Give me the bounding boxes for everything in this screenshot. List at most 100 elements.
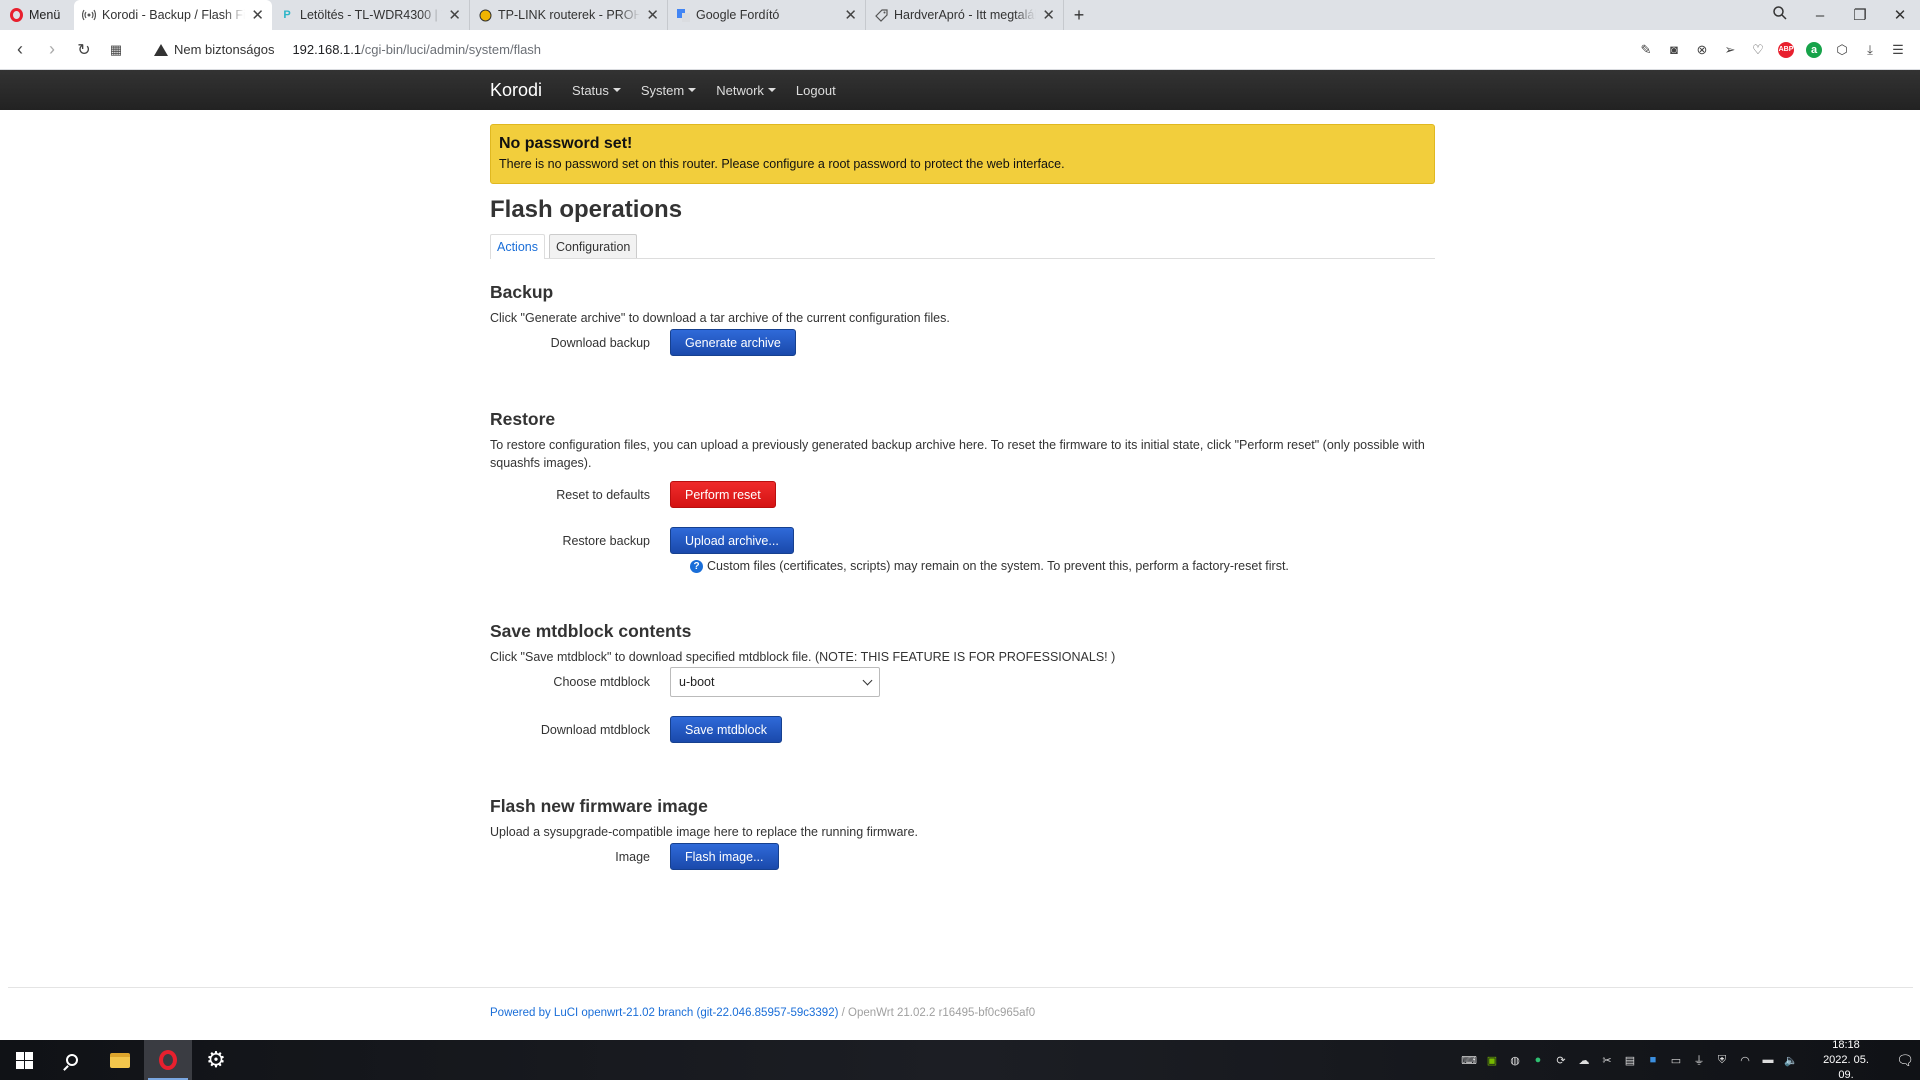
tray-blue-icon[interactable]: ■ [1646, 1053, 1660, 1067]
close-window-icon[interactable]: ✕ [1880, 6, 1920, 24]
tray-usb-icon[interactable]: ⏚ [1692, 1053, 1706, 1067]
taskbar-file-explorer[interactable] [96, 1040, 144, 1080]
browser-tab-hardverapro[interactable]: HardverApró - Itt megtalálod ✕ [866, 0, 1064, 30]
close-icon[interactable]: ✕ [448, 6, 461, 24]
menu-logout[interactable]: Logout [796, 83, 836, 98]
restore-icon[interactable]: ❐ [1840, 6, 1880, 24]
url-field[interactable]: 192.168.1.1/cgi-bin/luci/admin/system/fl… [292, 42, 541, 57]
reset-to-defaults-label: Reset to defaults [556, 487, 650, 502]
window-controls: – ❐ ✕ [1760, 0, 1920, 30]
tray-wifi-icon[interactable]: ◠ [1738, 1053, 1752, 1067]
taskbar-clock[interactable]: 18:18 2022. 05. 09. [1816, 1038, 1876, 1080]
warning-icon [154, 43, 168, 56]
folder-icon [110, 1052, 130, 1068]
windows-taskbar: ⚙ ⌨ ▣ ◍ ● ⟳ ☁ ✂ ▤ ■ ▭ ⏚ ⛨ ◠ ▬ 🔈 18:18 20… [0, 1038, 1920, 1080]
mtdblock-description: Click "Save mtdblock" to download specif… [490, 650, 1116, 664]
footer: Powered by LuCI openwrt-21.02 branch (gi… [490, 1007, 1035, 1019]
opera-icon [159, 1050, 177, 1070]
menu-system[interactable]: System [641, 83, 697, 98]
heart-icon[interactable]: ♡ [1750, 42, 1766, 58]
brand-logo[interactable]: Korodi [490, 80, 542, 101]
security-indicator[interactable]: Nem biztonságos [154, 42, 274, 57]
tray-tool-icon[interactable]: ✂ [1600, 1053, 1614, 1067]
prohardver-icon [478, 8, 492, 22]
tray-green-icon[interactable]: ● [1531, 1053, 1545, 1067]
send-icon[interactable]: ➢ [1722, 42, 1738, 58]
easy-setup-icon[interactable]: ☰ [1890, 42, 1906, 58]
taskbar-opera[interactable] [144, 1040, 192, 1080]
tray-update-icon[interactable]: ⟳ [1554, 1053, 1568, 1067]
browser-tab-google-translate[interactable]: Google Fordító ✕ [668, 0, 866, 30]
gear-icon: ⚙ [206, 1047, 226, 1072]
notification-center-icon[interactable]: 🗨 [1890, 1052, 1920, 1069]
windows-logo-icon [15, 1051, 33, 1069]
edit-icon[interactable]: ✎ [1638, 42, 1654, 58]
menu-status[interactable]: Status [572, 83, 621, 98]
flash-image-button[interactable]: Flash image... [670, 843, 779, 870]
back-icon[interactable]: ‹ [4, 39, 36, 60]
no-password-alert: No password set! There is no password se… [490, 124, 1435, 184]
extension-a-icon[interactable]: a [1806, 41, 1822, 58]
close-icon[interactable]: ✕ [646, 6, 659, 24]
camera-icon[interactable]: ◙ [1666, 42, 1682, 58]
tray-volume-icon[interactable]: 🔈 [1784, 1053, 1798, 1067]
mtdblock-select-value: u-boot [679, 675, 715, 689]
close-icon[interactable]: ✕ [844, 6, 857, 24]
backup-title: Backup [490, 282, 554, 302]
tab-title: HardverApró - Itt megtalálod [894, 8, 1037, 22]
main-content: No password set! There is no password se… [490, 124, 1435, 870]
system-tray: ⌨ ▣ ◍ ● ⟳ ☁ ✂ ▤ ■ ▭ ⏚ ⛨ ◠ ▬ 🔈 [1461, 1053, 1808, 1068]
tray-app-icon[interactable]: ◍ [1508, 1053, 1522, 1067]
taskbar-search-button[interactable] [48, 1040, 96, 1080]
chevron-down-icon [862, 675, 873, 685]
minimize-icon[interactable]: – [1800, 7, 1840, 24]
close-icon[interactable]: ✕ [1042, 6, 1055, 24]
tray-shield-icon[interactable]: ⛨ [1715, 1053, 1729, 1067]
tab-actions[interactable]: Actions [490, 234, 545, 259]
upload-archive-button[interactable]: Upload archive... [670, 527, 794, 554]
cube-icon[interactable]: ⬡ [1834, 42, 1850, 58]
search-tabs-icon[interactable] [1760, 6, 1800, 24]
download-icon[interactable]: ⤓ [1862, 42, 1878, 58]
reload-icon[interactable]: ↻ [68, 40, 100, 60]
search-icon [66, 1054, 78, 1066]
browser-tab-letoltes[interactable]: P Letöltés - TL-WDR4300 | TP-Link ✕ [272, 0, 470, 30]
choose-mtdblock-label: Choose mtdblock [553, 675, 650, 689]
opera-menu-button[interactable]: Menü [0, 0, 74, 30]
save-mtdblock-button[interactable]: Save mtdblock [670, 716, 782, 743]
tag-icon [874, 8, 888, 22]
close-icon[interactable]: ✕ [251, 6, 264, 24]
tab-configuration[interactable]: Configuration [549, 234, 638, 258]
backup-description: Click "Generate archive" to download a t… [490, 311, 950, 325]
browser-tab-bar: Menü Korodi - Backup / Flash Firmware - … [0, 0, 1920, 30]
security-label: Nem biztonságos [174, 42, 275, 57]
abp-icon[interactable]: ABP [1778, 41, 1794, 58]
tab-title: Korodi - Backup / Flash Firmware - LuCI [102, 8, 246, 22]
browser-tab-korodi[interactable]: Korodi - Backup / Flash Firmware - LuCI … [74, 0, 272, 30]
perform-reset-button[interactable]: Perform reset [670, 481, 776, 508]
start-button[interactable] [0, 1040, 48, 1080]
browser-tab-prohardver[interactable]: TP-LINK routerek - PROHARDVER ✕ [470, 0, 668, 30]
adblock-icon[interactable]: ⊗ [1694, 42, 1710, 58]
luci-link[interactable]: Powered by LuCI openwrt-21.02 branch (gi… [490, 1007, 838, 1019]
info-icon: ? [690, 559, 703, 573]
speed-dial-icon[interactable]: ▦ [100, 42, 132, 58]
tray-network-drive-icon[interactable]: ▤ [1623, 1053, 1637, 1067]
footer-divider [8, 987, 1913, 988]
generate-archive-button[interactable]: Generate archive [670, 329, 796, 356]
restore-backup-label: Restore backup [562, 533, 650, 548]
tray-display-icon[interactable]: ▭ [1669, 1053, 1683, 1067]
mtdblock-section: Save mtdblock contents Click "Save mtdbl… [490, 621, 1435, 743]
clock-time: 18:18 [1832, 1038, 1860, 1051]
tray-cloud-icon[interactable]: ☁ [1577, 1053, 1591, 1067]
tray-nvidia-icon[interactable]: ▣ [1485, 1053, 1499, 1067]
mtdblock-select[interactable]: u-boot [670, 667, 880, 697]
restore-title: Restore [490, 409, 556, 429]
new-tab-button[interactable]: + [1064, 0, 1094, 30]
google-translate-icon [676, 8, 690, 22]
tray-keyboard-icon[interactable]: ⌨ [1461, 1053, 1477, 1067]
menu-network[interactable]: Network [716, 83, 776, 98]
taskbar-settings[interactable]: ⚙ [192, 1040, 240, 1080]
forward-icon[interactable]: › [36, 39, 68, 60]
tray-battery-icon[interactable]: ▬ [1761, 1053, 1775, 1067]
